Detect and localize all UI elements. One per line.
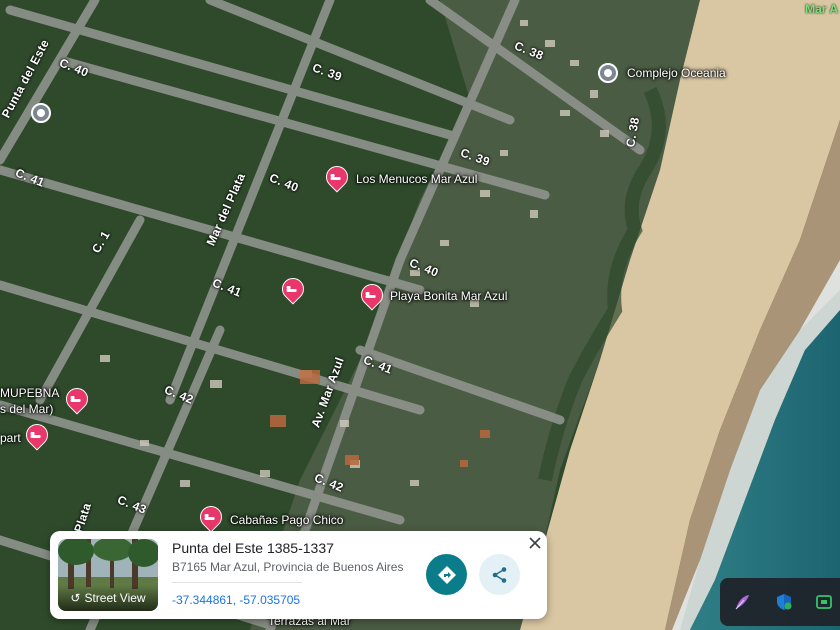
place-label-mupebna-sub: s del Mar) [0, 402, 54, 416]
close-icon [529, 537, 541, 549]
place-coordinates[interactable]: -37.344861, -57.035705 [172, 593, 300, 607]
share-button[interactable] [479, 554, 520, 595]
map-corner-label: Mar A [805, 2, 838, 16]
place-label-los-menucos[interactable]: Los Menucos Mar Azul [356, 172, 477, 186]
app-icon[interactable] [812, 590, 836, 614]
street-view-icon: ↺ [70, 591, 81, 605]
share-icon [492, 566, 506, 583]
shield-icon[interactable] [772, 590, 796, 614]
directions-icon [437, 565, 456, 584]
system-tray [720, 578, 840, 626]
place-address: B7165 Mar Azul, Provincia de Buenos Aire… [172, 560, 404, 574]
street-view-text: Street View [84, 591, 146, 605]
directions-button[interactable] [426, 554, 467, 595]
place-label-playa-bonita[interactable]: Playa Bonita Mar Azul [390, 289, 507, 303]
place-label-mupebna[interactable]: MUPEBNA [0, 386, 59, 400]
location-pin-icon[interactable] [598, 63, 618, 83]
place-info-card[interactable]: ↺ Street View Punta del Este 1385-1337 B… [50, 531, 547, 619]
map-view[interactable]: Mar A C. 40 C. 39 C. 38 C. 39 C. 38 Punt… [0, 0, 840, 630]
street-view-label[interactable]: ↺ Street View [58, 585, 158, 611]
place-title: Punta del Este 1385-1337 [172, 540, 334, 556]
location-pin-icon[interactable] [31, 103, 51, 123]
card-divider [172, 582, 302, 583]
place-label-complejo-oceania[interactable]: Complejo Oceania [627, 66, 726, 80]
place-label-cabanas-pago-chico[interactable]: Cabañas Pago Chico [230, 513, 343, 527]
street-view-thumbnail[interactable]: ↺ Street View [58, 539, 158, 611]
feather-icon[interactable] [730, 590, 754, 614]
close-button[interactable] [527, 535, 543, 551]
place-label-apart[interactable]: part [0, 431, 21, 445]
